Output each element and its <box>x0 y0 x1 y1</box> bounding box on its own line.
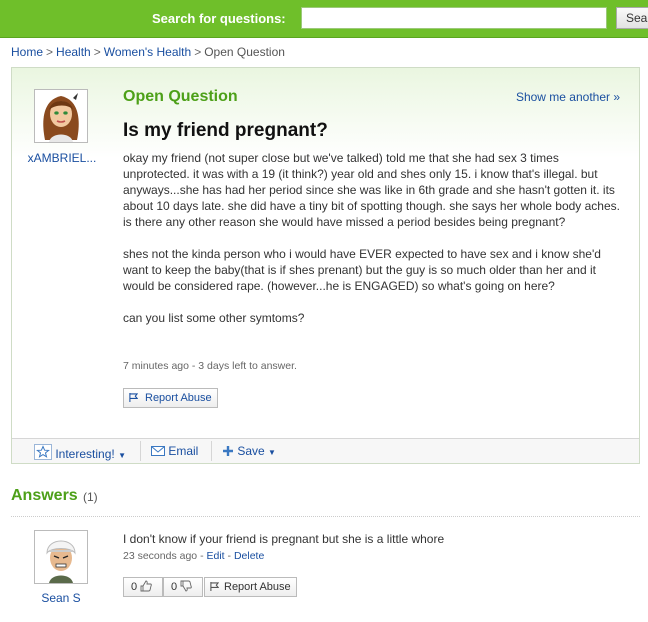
answer-time: 23 seconds ago <box>123 550 198 562</box>
answer-report-abuse-button[interactable]: Report Abuse <box>204 577 297 597</box>
asker-avatar[interactable] <box>34 89 88 143</box>
thumbs-down-icon <box>180 580 192 592</box>
question-paragraph: okay my friend (not super close but we'v… <box>123 151 620 229</box>
question-paragraph: can you list some other symtoms? <box>123 311 305 325</box>
question-status: Open Question <box>123 88 238 105</box>
report-abuse-button[interactable]: Report Abuse <box>123 388 218 408</box>
save-label: Save <box>237 444 265 458</box>
search-label: Search for questions: <box>152 11 286 26</box>
chevron-down-icon: ▼ <box>268 448 276 457</box>
divider <box>11 516 640 517</box>
breadcrumb-womens-health[interactable]: Women's Health <box>104 45 191 59</box>
search-button[interactable]: Sea <box>616 7 648 29</box>
delete-link[interactable]: Delete <box>234 550 264 562</box>
breadcrumb: Home > Health > Women's Health > Open Question <box>11 45 285 59</box>
thumbs-up-button[interactable]: 0 <box>123 577 163 597</box>
answerer-avatar-image <box>35 531 87 583</box>
thumbs-up-icon <box>140 580 152 592</box>
flag-icon <box>129 393 138 402</box>
plus-icon <box>223 446 233 456</box>
asker-avatar-image <box>35 90 87 142</box>
question-meta: 7 minutes ago - 3 days left to answer. <box>123 360 297 372</box>
thumbs-up-count: 0 <box>131 581 138 593</box>
email-label: Email <box>168 444 199 458</box>
answers-count: (1) <box>83 490 98 504</box>
asker-name[interactable]: xAMBRIEL... <box>24 151 100 165</box>
breadcrumb-separator: > <box>194 45 202 59</box>
report-abuse-label: Report Abuse <box>224 581 291 593</box>
answer-meta: 23 seconds ago - Edit - Delete <box>123 550 265 562</box>
envelope-icon <box>151 446 165 456</box>
breadcrumb-separator: > <box>46 45 54 59</box>
thumbs-down-count: 0 <box>171 581 178 593</box>
interesting-label: Interesting! <box>55 447 115 461</box>
show-another-link[interactable]: Show me another » <box>516 90 620 104</box>
report-abuse-label: Report Abuse <box>145 392 212 404</box>
top-search-bar: Search for questions: Sea <box>0 0 648 38</box>
edit-link[interactable]: Edit <box>207 550 225 562</box>
save-button[interactable]: Save ▼ <box>222 444 276 458</box>
question-paragraph: shes not the kinda person who i would ha… <box>123 247 601 293</box>
answerer-avatar[interactable] <box>34 530 88 584</box>
thumbs-down-button[interactable]: 0 <box>163 577 203 597</box>
answerer-name[interactable]: Sean S <box>24 591 98 605</box>
question-title: Is my friend pregnant? <box>123 120 328 141</box>
answer-text: I don't know if your friend is pregnant … <box>123 532 445 546</box>
question-body: okay my friend (not super close but we'v… <box>123 150 623 342</box>
divider <box>140 441 141 461</box>
star-icon <box>34 444 52 460</box>
email-button[interactable]: Email <box>151 444 198 458</box>
breadcrumb-health[interactable]: Health <box>56 45 91 59</box>
breadcrumb-separator: > <box>93 45 101 59</box>
chevron-down-icon: ▼ <box>118 451 126 460</box>
breadcrumb-home[interactable]: Home <box>11 45 43 59</box>
answers-heading: Answers <box>11 487 78 504</box>
search-input[interactable] <box>301 7 607 29</box>
question-action-bar: Interesting! ▼ Email Save ▼ <box>12 438 639 463</box>
breadcrumb-current: Open Question <box>204 45 285 59</box>
flag-icon <box>210 582 219 591</box>
interesting-button[interactable]: Interesting! ▼ <box>34 444 126 461</box>
divider <box>211 441 212 461</box>
question-panel: xAMBRIEL... Open Question Show me anothe… <box>11 67 640 464</box>
